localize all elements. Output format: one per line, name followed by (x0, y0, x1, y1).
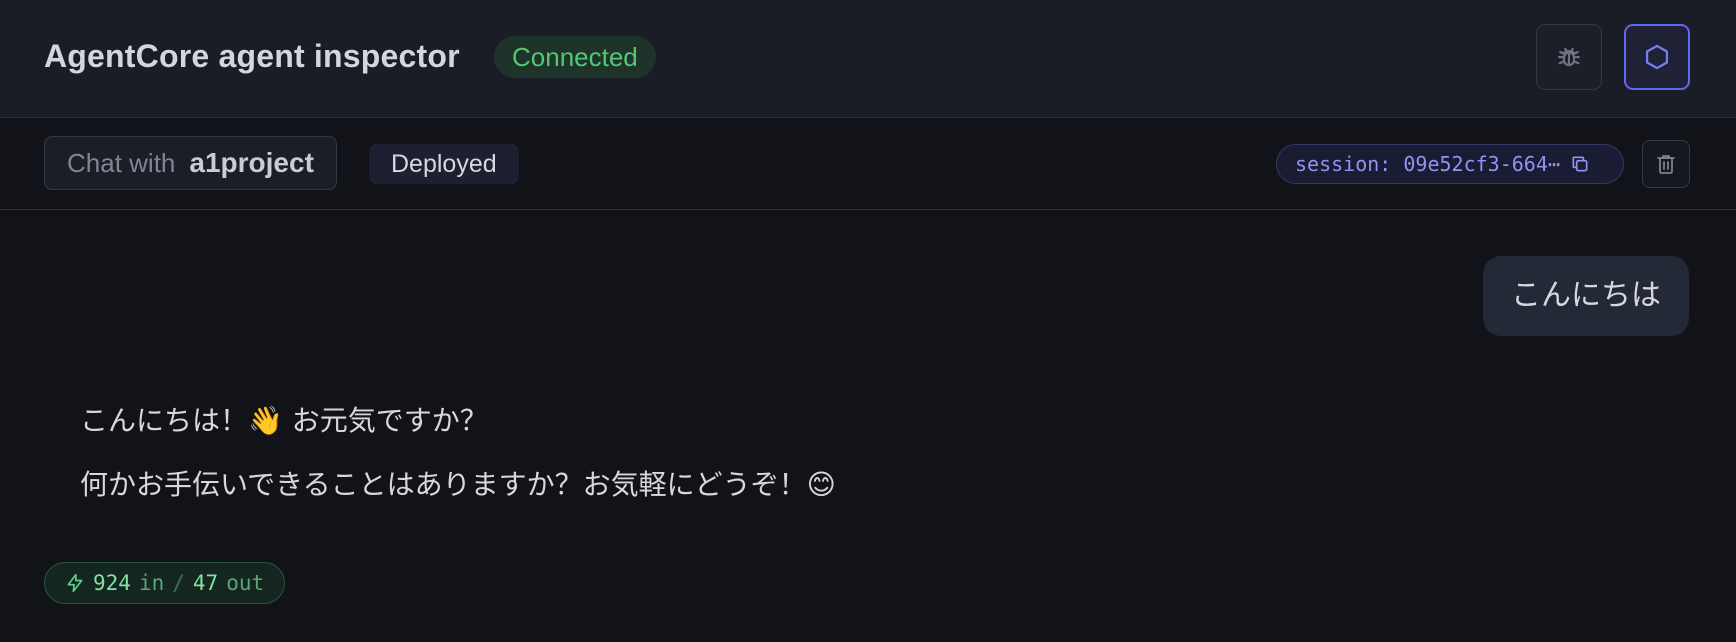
assistant-message-line: 何かお手伝いできることはありますか？お気軽にどうぞ！😊 (80, 468, 836, 501)
agent-name: a1project (189, 147, 314, 178)
header-bar: AgentCore agent inspector Connected (0, 0, 1736, 118)
hexagon-icon (1645, 44, 1669, 70)
clear-chat-button[interactable] (1642, 140, 1690, 188)
deployment-badge: Deployed (369, 144, 519, 184)
output-token-count: 47 (192, 571, 219, 595)
output-token-label: out (226, 571, 265, 595)
copy-icon[interactable] (1570, 154, 1590, 174)
token-separator: / (172, 571, 185, 595)
assistant-message: こんにちは！👋 お元気ですか？ 何かお手伝いできることはありますか？お気軽にどう… (80, 400, 1280, 528)
chat-toolbar: Chat with a1project Deployed session: 09… (0, 118, 1736, 210)
input-token-count: 924 (93, 571, 131, 595)
assistant-message-line: こんにちは！👋 お元気ですか？ (80, 404, 488, 437)
connection-status-badge: Connected (494, 36, 656, 78)
session-id-text: session: 09e52cf3-664⋯ (1295, 152, 1560, 176)
debug-button[interactable] (1536, 24, 1602, 90)
agent-view-button[interactable] (1624, 24, 1690, 90)
agent-selector[interactable]: Chat with a1project (44, 136, 337, 190)
token-usage-badge: 924 in / 47 out (44, 562, 286, 604)
lightning-icon (67, 573, 83, 593)
bug-icon (1557, 47, 1581, 67)
trash-icon (1657, 155, 1675, 174)
input-token-label: in (138, 571, 165, 595)
chat-with-label: Chat with (67, 147, 176, 178)
session-id-chip[interactable]: session: 09e52cf3-664⋯ (1276, 144, 1624, 184)
app-title: AgentCore agent inspector (44, 38, 460, 74)
user-message-bubble: こんにちは (1483, 256, 1689, 336)
